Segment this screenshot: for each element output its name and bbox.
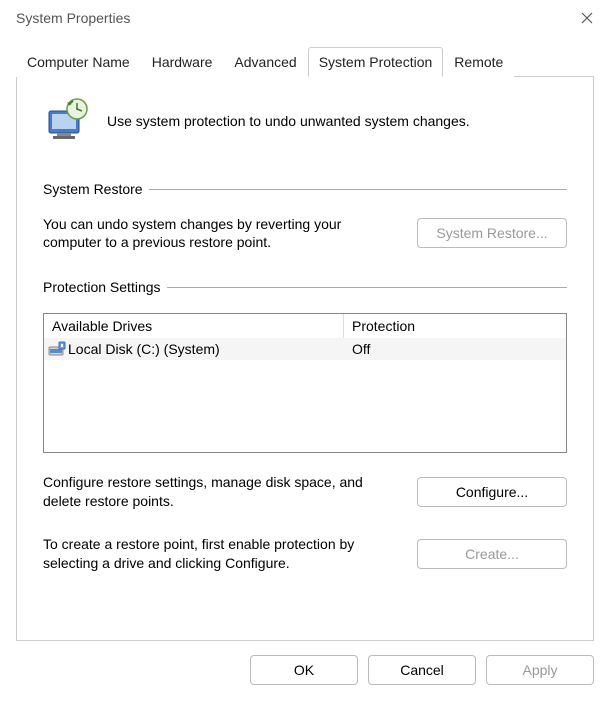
titlebar: System Properties [0,0,610,36]
create-desc: To create a restore point, first enable … [43,535,393,573]
header-protection: Protection [344,314,566,338]
hero-section: Use system protection to undo unwanted s… [43,97,567,145]
system-protection-icon [43,97,91,145]
apply-button[interactable]: Apply [486,655,594,685]
create-button[interactable]: Create... [417,539,567,569]
tab-hardware[interactable]: Hardware [141,47,224,77]
drives-table[interactable]: Available Drives Protection [43,313,567,453]
table-header: Available Drives Protection [44,314,566,338]
close-icon [581,12,593,24]
cancel-button[interactable]: Cancel [368,655,476,685]
hero-text: Use system protection to undo unwanted s… [107,113,470,129]
system-restore-desc: You can undo system changes by reverting… [43,215,393,251]
drive-icon [48,341,66,357]
protection-settings-group-label: Protection Settings [43,279,167,295]
drive-name: Local Disk (C:) (System) [68,341,220,357]
system-restore-group: System Restore You can undo system chang… [43,181,567,251]
tab-remote[interactable]: Remote [443,47,514,77]
system-restore-group-label: System Restore [43,181,149,197]
table-row[interactable]: Local Disk (C:) (System) Off [44,338,566,360]
dialog-footer: OK Cancel Apply [0,641,610,701]
tab-computer-name[interactable]: Computer Name [16,47,141,77]
tab-advanced[interactable]: Advanced [223,47,307,77]
window-title: System Properties [16,10,130,26]
ok-button[interactable]: OK [250,655,358,685]
system-properties-window: System Properties Computer Name Hardware… [0,0,610,701]
tab-system-protection[interactable]: System Protection [308,47,444,77]
close-button[interactable] [564,0,610,36]
configure-button[interactable]: Configure... [417,477,567,507]
tab-strip: Computer Name Hardware Advanced System P… [16,46,594,77]
system-restore-button[interactable]: System Restore... [417,218,567,248]
protection-settings-group: Protection Settings Available Drives Pro… [43,279,567,573]
tab-panel: Use system protection to undo unwanted s… [16,77,594,641]
configure-desc: Configure restore settings, manage disk … [43,473,393,511]
drive-protection-status: Off [344,341,566,357]
header-available-drives: Available Drives [44,314,344,338]
